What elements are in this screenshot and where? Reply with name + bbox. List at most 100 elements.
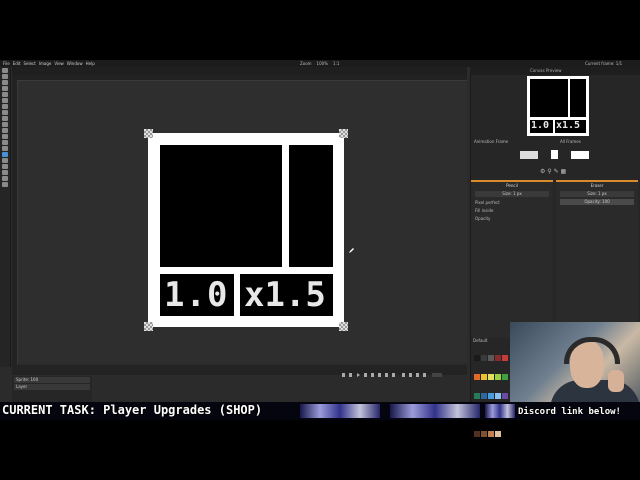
palette-swatch[interactable] <box>481 431 487 437</box>
palette-swatch[interactable] <box>502 374 508 380</box>
menu-items: File Edit Select Image View Window Help <box>0 60 95 67</box>
crop-tool-icon[interactable] <box>2 92 8 97</box>
palette-swatch[interactable] <box>488 374 494 380</box>
select-tool-icon[interactable] <box>2 74 8 79</box>
palette-swatches <box>473 346 513 441</box>
main-slot-panel <box>160 145 282 267</box>
zoom-info: Zoom 100% 1:1 <box>300 60 339 67</box>
palette-swatch[interactable] <box>481 393 487 399</box>
move-tool-icon[interactable] <box>2 68 8 73</box>
palette-panel: Default <box>471 338 511 437</box>
wand-tool-icon[interactable] <box>2 86 8 91</box>
brush-tool-icon[interactable] <box>2 170 8 175</box>
tool-options-icons: ⚙ ⚲ ✎ ▦ <box>540 168 567 175</box>
current-task-text: CURRENT TASK: Player Upgrades (SHOP) <box>2 403 263 417</box>
layer-row[interactable]: Layer <box>14 384 90 390</box>
eraser-tool-icon[interactable] <box>2 122 8 127</box>
resize-handle-bottom-right[interactable] <box>339 322 348 331</box>
zoom-ratio[interactable]: 1:1 <box>333 60 339 67</box>
preview-main-panel <box>530 79 568 117</box>
rectangle-tool-icon[interactable] <box>2 146 8 151</box>
pencil-tool-icon[interactable] <box>2 116 8 121</box>
menu-bar: File Edit Select Image View Window Help Zoom 1… <box>0 60 640 67</box>
palette-swatch[interactable] <box>474 431 480 437</box>
palette-swatch[interactable] <box>495 431 501 437</box>
picker-tool-icon[interactable] <box>2 98 8 103</box>
eraser-options-panel: Eraser Size: 1 px Opacity: 100 <box>556 180 638 340</box>
pencil-options-panel: Pencil Size: 1 px Pixel perfect Fill ins… <box>471 180 553 340</box>
current-color-indicator <box>551 150 558 159</box>
zoom-tool-icon[interactable] <box>2 104 8 109</box>
side-slot-panel <box>289 145 333 267</box>
smudge-tool-icon[interactable] <box>2 176 8 181</box>
value-text: 1.0 <box>164 275 229 315</box>
palette-swatch[interactable] <box>481 355 487 361</box>
animation-frame-label: Animation Frame <box>474 139 509 144</box>
eraser-title: Eraser <box>556 180 638 189</box>
zoom-value[interactable]: 100% <box>317 60 328 67</box>
menu-item-window[interactable]: Window <box>67 60 83 67</box>
discord-text: Discord link below! <box>518 407 621 417</box>
palette-swatch[interactable] <box>488 355 494 361</box>
pencil-size-dropdown[interactable]: Size: 1 px <box>475 191 549 197</box>
palette-swatch[interactable] <box>474 374 480 380</box>
menu-item-image[interactable]: Image <box>39 60 52 67</box>
animation-frame-select[interactable]: All Frames <box>560 139 581 144</box>
resize-handle-bottom-left[interactable] <box>144 322 153 331</box>
tools-toolbar <box>0 67 11 367</box>
zoom-label: Zoom <box>300 61 312 66</box>
preview-header: Canvas Preview <box>470 67 640 75</box>
palette-swatch[interactable] <box>481 374 487 380</box>
lasso-tool-icon[interactable] <box>2 80 8 85</box>
pencil-cursor-icon <box>349 238 354 253</box>
secondary-color-swatch[interactable] <box>520 151 538 159</box>
pixel-art-canvas[interactable]: 1.0 x1.5 <box>144 129 348 331</box>
gradient-tool-icon[interactable] <box>2 182 8 187</box>
preview-title: Canvas Preview <box>530 68 562 73</box>
palette-swatch[interactable] <box>495 355 501 361</box>
menu-item-select[interactable]: Select <box>23 60 35 67</box>
menu-item-help[interactable]: Help <box>86 60 95 67</box>
palette-swatch[interactable] <box>495 393 501 399</box>
pencil-title: Pencil <box>471 180 553 189</box>
pencil-option-opacity[interactable]: Opacity <box>475 216 490 221</box>
glow-decoration <box>390 404 480 418</box>
document-tabs: Untitled Upgrade_icon* <box>12 67 467 84</box>
menu-item-file[interactable]: File <box>3 60 10 67</box>
multiplier-text: x1.5 <box>244 275 326 315</box>
current-frame-label: Current frame: 1/1 <box>585 61 623 66</box>
pencil-option-fill-inside[interactable]: Fill inside <box>475 208 493 213</box>
primary-color-swatch[interactable] <box>571 151 589 159</box>
eyedrop-tool-icon[interactable] <box>2 164 8 169</box>
layer-row[interactable]: Sprite: 100 <box>14 377 90 383</box>
headphones-icon <box>564 337 620 364</box>
palette-swatch[interactable] <box>502 393 508 399</box>
line-tool-icon[interactable] <box>2 140 8 145</box>
streamer-hand <box>608 370 624 392</box>
bucket-tool-icon[interactable] <box>2 128 8 133</box>
resize-handle-top-left[interactable] <box>144 129 153 138</box>
preview-multiplier-text: x1.5 <box>556 120 581 131</box>
palette-title: Default <box>473 338 488 343</box>
resize-handle-top-right[interactable] <box>339 129 348 138</box>
palette-swatch[interactable] <box>474 355 480 361</box>
palette-swatch[interactable] <box>488 393 494 399</box>
ellipse-tool-icon[interactable] <box>2 152 8 157</box>
glow-decoration <box>485 404 515 418</box>
palette-swatch[interactable] <box>488 431 494 437</box>
canvas-preview: 1.0 x1.5 <box>527 76 589 136</box>
palette-swatch[interactable] <box>495 374 501 380</box>
palette-swatch[interactable] <box>502 355 508 361</box>
menu-item-edit[interactable]: Edit <box>13 60 21 67</box>
animation-controls <box>12 365 467 377</box>
eraser-size-dropdown[interactable]: Size: 1 px <box>560 191 634 197</box>
preview-value-text: 1.0 <box>531 120 550 131</box>
palette-swatch[interactable] <box>474 393 480 399</box>
shading-tool-icon[interactable] <box>2 134 8 139</box>
eraser-opacity-slider[interactable]: Opacity: 100 <box>560 199 634 205</box>
pencil-option-pixel-perfect[interactable]: Pixel perfect <box>475 200 500 205</box>
preview-side-panel <box>570 79 586 117</box>
menu-item-view[interactable]: View <box>54 60 64 67</box>
pan-tool-icon[interactable] <box>2 110 8 115</box>
text-tool-icon[interactable] <box>2 158 8 163</box>
